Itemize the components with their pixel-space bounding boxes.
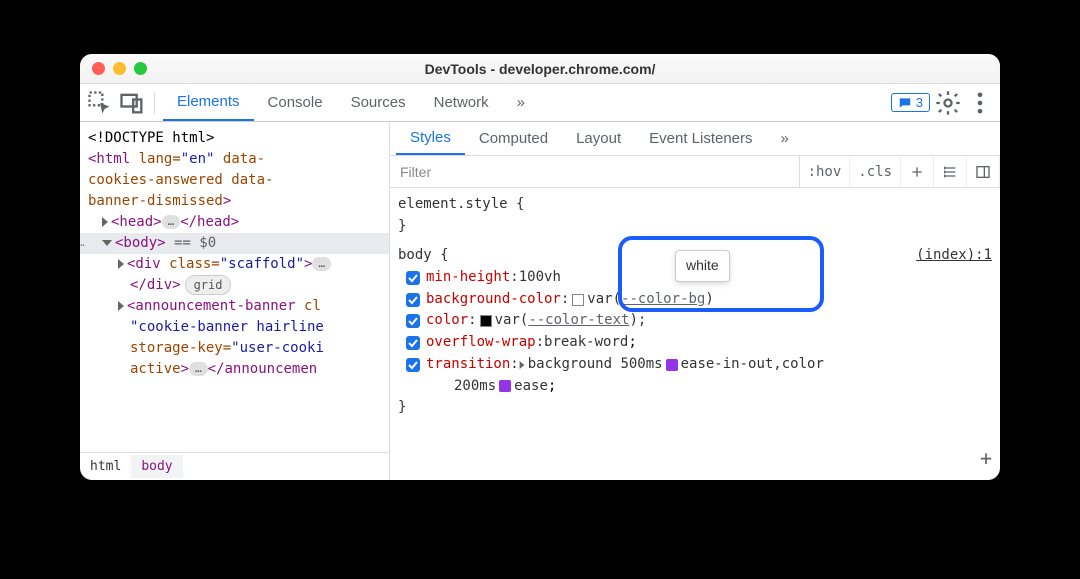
prop-checkbox[interactable] — [406, 293, 420, 307]
dollar-zero: $0 — [199, 235, 216, 251]
dom-tree[interactable]: <!DOCTYPE html> <html lang="en" data- co… — [80, 122, 389, 452]
body-node-selected[interactable]: <body> == $0 — [80, 233, 389, 254]
subtabs-overflow-icon[interactable]: » — [767, 122, 803, 155]
messages-badge[interactable]: 3 — [891, 93, 930, 112]
hov-toggle[interactable]: :hov — [800, 156, 851, 187]
css-var-link[interactable]: --color-text — [528, 312, 629, 328]
styles-subtabs: Styles Computed Layout Event Listeners » — [390, 122, 1000, 156]
toolbar-separator — [154, 92, 155, 114]
element-style-rule[interactable]: element.style { — [398, 194, 992, 216]
announcement-banner-node[interactable]: <announcement-banner cl — [88, 296, 389, 317]
tabs-overflow-icon[interactable]: » — [503, 84, 539, 121]
panel-body: <!DOCTYPE html> <html lang="en" data- co… — [80, 122, 1000, 480]
tab-network[interactable]: Network — [420, 84, 503, 121]
grid-badge[interactable]: grid — [185, 275, 232, 295]
computed-styles-icon[interactable] — [934, 156, 967, 187]
styles-filterbar: :hov .cls — [390, 156, 1000, 188]
prop-color[interactable]: color: var(--color-text); — [398, 310, 992, 332]
bezier-swatch-icon[interactable] — [666, 359, 678, 371]
ellipsis-icon[interactable]: … — [312, 257, 331, 271]
prop-checkbox[interactable] — [406, 314, 420, 328]
minimize-window-button[interactable] — [113, 62, 126, 75]
panel-tabs: Elements Console Sources Network » — [163, 84, 539, 121]
bezier-swatch-icon[interactable] — [499, 380, 511, 392]
head-node[interactable]: <head>…</head> — [88, 212, 389, 233]
dom-breadcrumb: html body — [80, 452, 389, 480]
div-scaffold-node[interactable]: <div class="scaffold">… — [88, 254, 389, 275]
messages-count: 3 — [916, 95, 923, 110]
prop-overflow-wrap[interactable]: overflow-wrap: break-word; — [398, 332, 992, 354]
window-title: DevTools - developer.chrome.com/ — [80, 61, 1000, 77]
crumb-body[interactable]: body — [131, 455, 182, 478]
subtab-styles[interactable]: Styles — [396, 122, 465, 155]
expand-icon[interactable] — [102, 240, 112, 246]
titlebar: DevTools - developer.chrome.com/ — [80, 54, 1000, 84]
color-swatch-icon[interactable] — [572, 294, 584, 306]
tab-console[interactable]: Console — [254, 84, 337, 121]
kebab-menu-icon[interactable] — [966, 89, 994, 117]
html-node[interactable]: <html lang="en" data- — [88, 149, 389, 170]
subtab-layout[interactable]: Layout — [562, 122, 635, 155]
prop-background-color[interactable]: background-color: var(--color-bg) — [398, 289, 992, 311]
device-toolbar-icon[interactable] — [118, 89, 146, 117]
ellipsis-icon[interactable]: … — [162, 215, 181, 229]
ellipsis-icon[interactable]: … — [189, 362, 208, 376]
prop-checkbox[interactable] — [406, 336, 420, 350]
new-style-rule-icon[interactable] — [901, 156, 934, 187]
styles-filter-input[interactable] — [390, 156, 800, 187]
settings-gear-icon[interactable] — [934, 89, 962, 117]
styles-rules[interactable]: element.style { } body { (index):1 min-h… — [390, 188, 1000, 480]
inspect-element-icon[interactable] — [86, 89, 114, 117]
cls-toggle[interactable]: .cls — [850, 156, 901, 187]
main-toolbar: Elements Console Sources Network » 3 — [80, 84, 1000, 122]
subtab-computed[interactable]: Computed — [465, 122, 562, 155]
close-window-button[interactable] — [92, 62, 105, 75]
color-swatch-icon[interactable] — [480, 315, 492, 327]
tab-sources[interactable]: Sources — [337, 84, 420, 121]
prop-transition[interactable]: transition: background 500ms ease-in-out… — [398, 354, 992, 376]
fullscreen-window-button[interactable] — [134, 62, 147, 75]
color-tooltip: white — [675, 250, 730, 282]
css-var-link[interactable]: --color-bg — [621, 291, 705, 307]
source-link[interactable]: (index):1 — [916, 245, 992, 267]
toggle-sidebar-icon[interactable] — [967, 156, 1000, 187]
expand-icon[interactable] — [118, 301, 124, 311]
doctype-node[interactable]: <!DOCTYPE html> — [88, 128, 389, 149]
expand-icon[interactable] — [118, 259, 124, 269]
tab-elements[interactable]: Elements — [163, 84, 254, 121]
expand-icon[interactable] — [519, 361, 524, 369]
crumb-html[interactable]: html — [80, 455, 131, 478]
traffic-lights — [92, 62, 147, 75]
styles-panel: Styles Computed Layout Event Listeners »… — [390, 122, 1000, 480]
elements-panel: <!DOCTYPE html> <html lang="en" data- co… — [80, 122, 390, 480]
add-rule-icon[interactable]: + — [980, 443, 992, 474]
devtools-window: DevTools - developer.chrome.com/ Element… — [80, 54, 1000, 480]
prop-transition-cont[interactable]: 200ms ease; — [398, 376, 992, 398]
subtab-event-listeners[interactable]: Event Listeners — [635, 122, 766, 155]
expand-icon[interactable] — [102, 217, 108, 227]
prop-checkbox[interactable] — [406, 271, 420, 285]
prop-checkbox[interactable] — [406, 358, 420, 372]
